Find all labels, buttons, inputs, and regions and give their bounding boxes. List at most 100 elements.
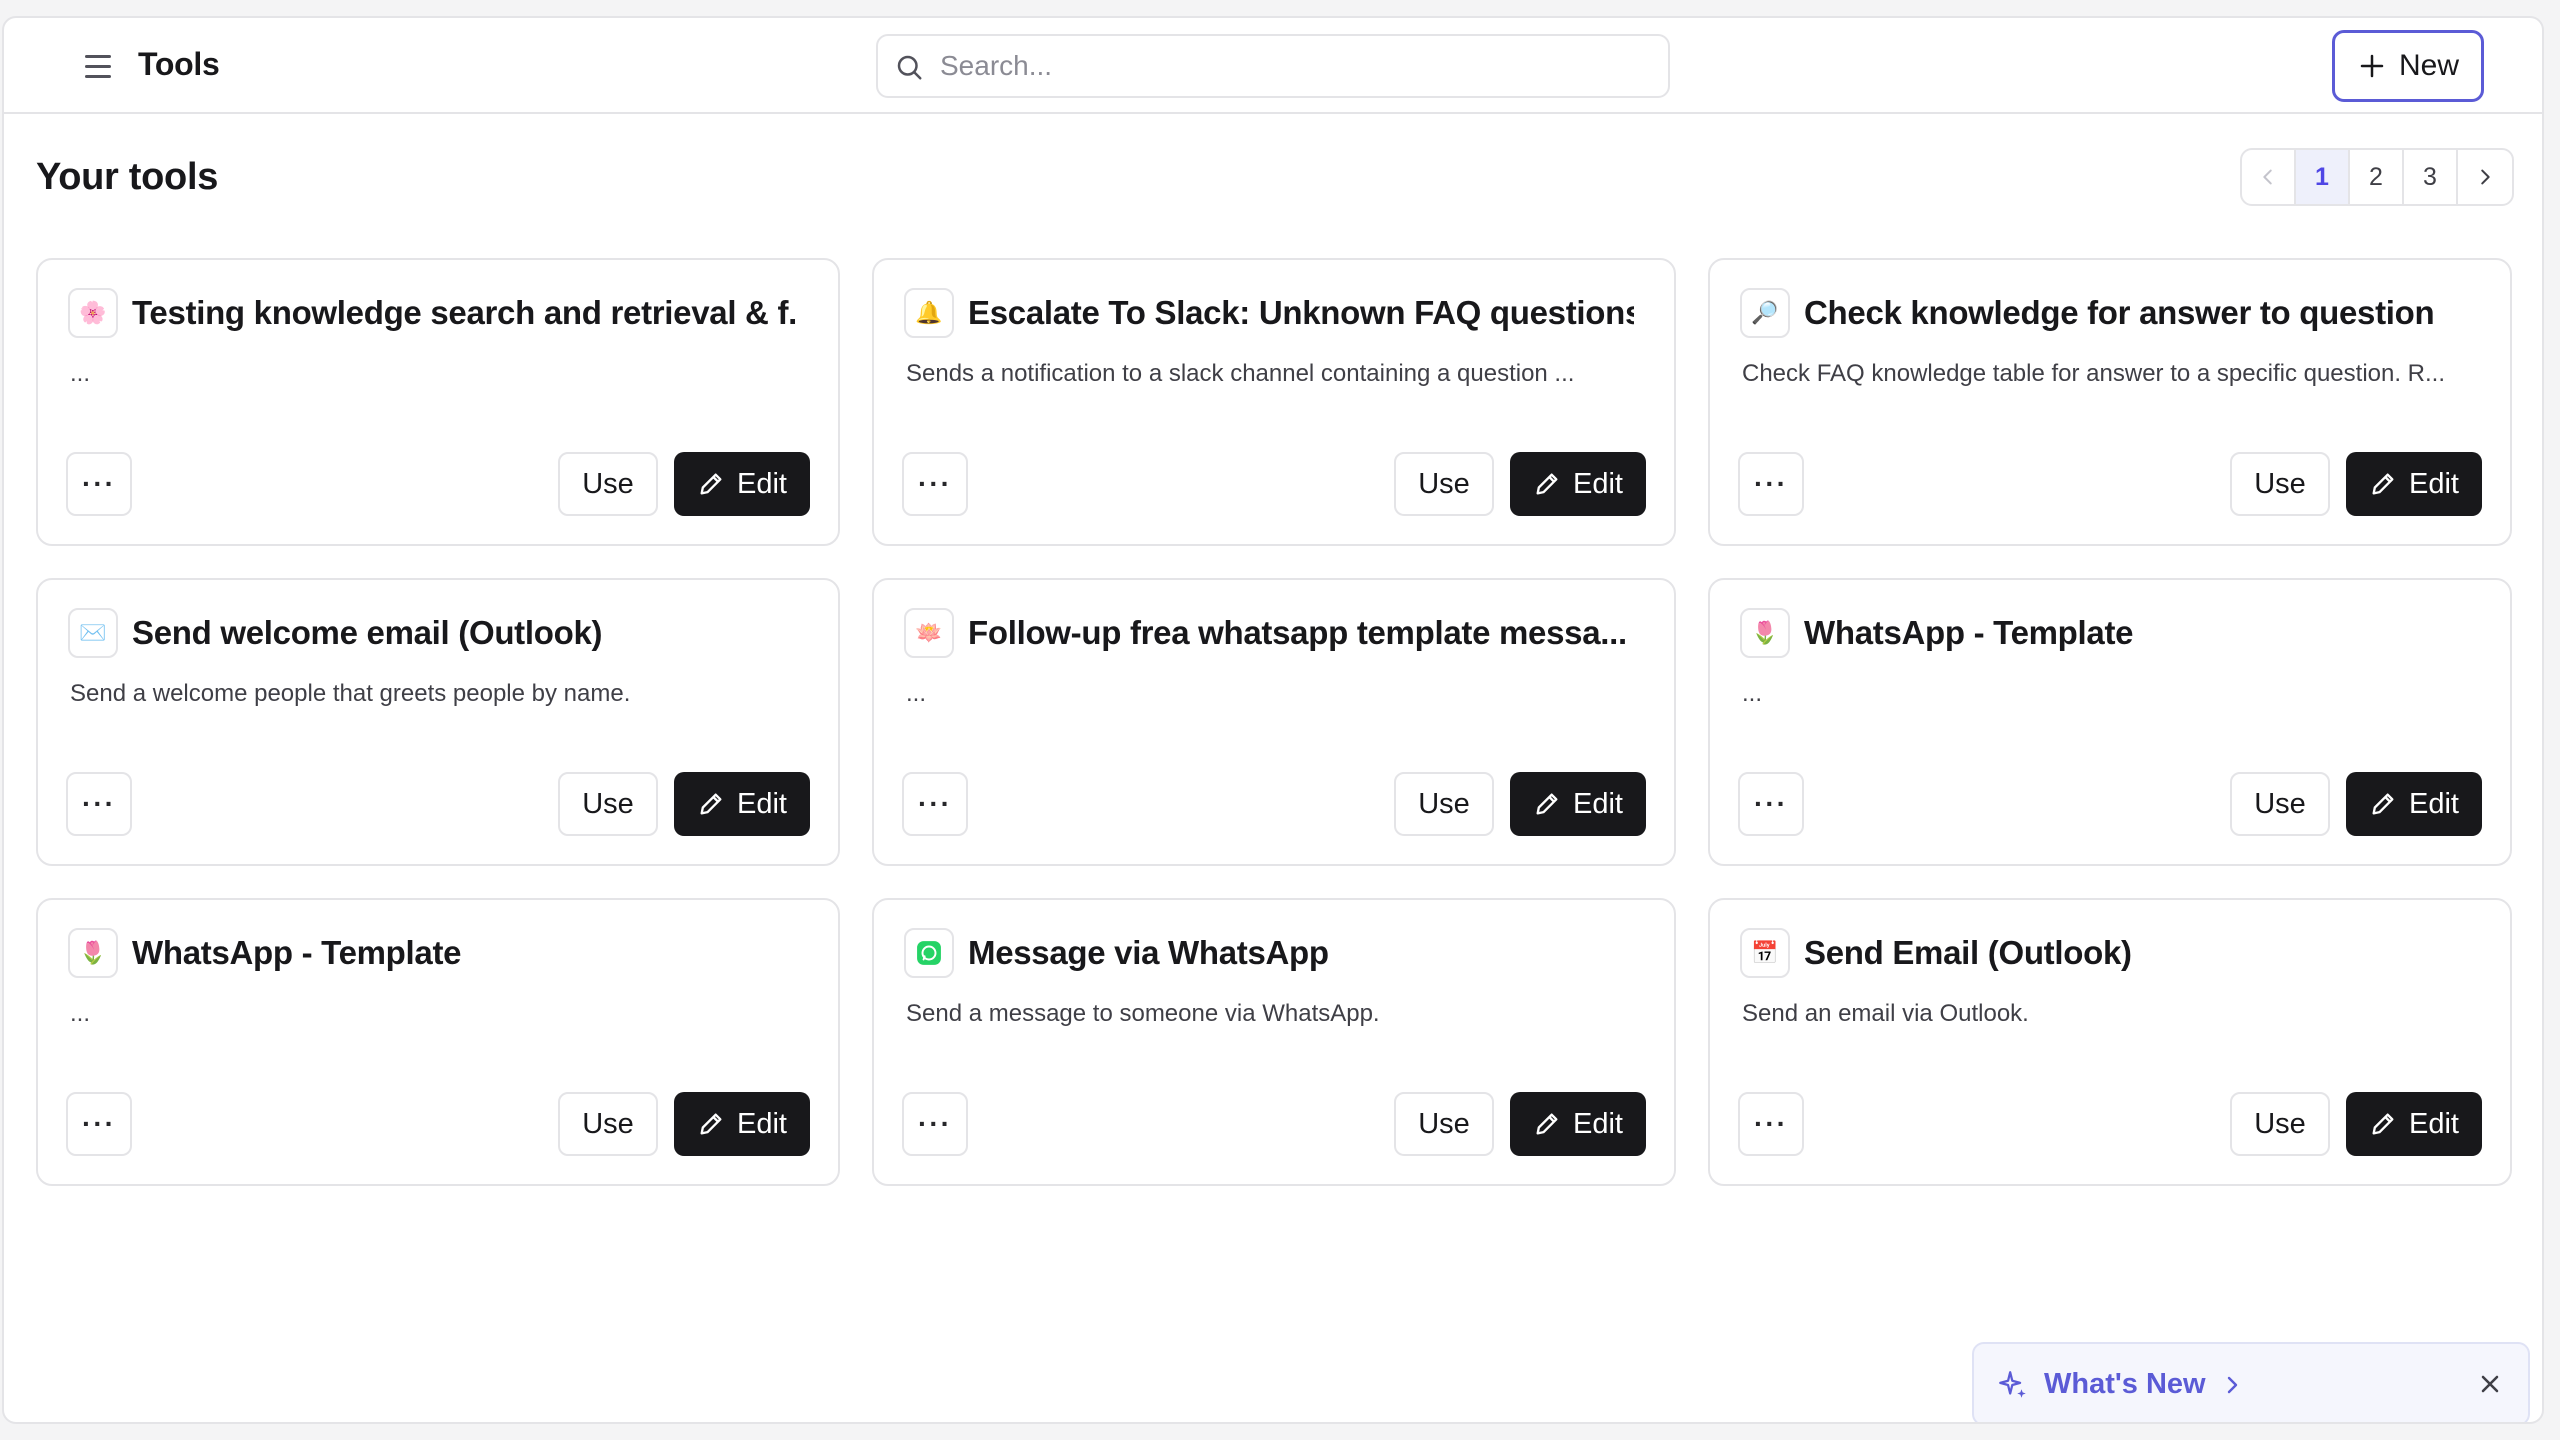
pencil-icon [1536, 1113, 1558, 1135]
edit-button-label: Edit [1573, 1107, 1623, 1140]
pencil-icon [700, 1113, 722, 1135]
tool-card[interactable]: 🌸 Testing knowledge search and retrieval… [36, 258, 840, 546]
whats-new-link[interactable]: What's New [2044, 1368, 2206, 1401]
search-box[interactable] [876, 34, 1670, 98]
tool-card-grid: 🌸 Testing knowledge search and retrieval… [36, 258, 2512, 1186]
use-button[interactable]: Use [2230, 1092, 2330, 1156]
bell-icon: 🔔 [904, 288, 954, 338]
chevron-right-icon [2227, 1376, 2238, 1394]
pencil-icon [1536, 793, 1558, 815]
tool-card[interactable]: 🪷 Follow-up frea whatsapp template messa… [872, 578, 1676, 866]
pencil-icon [1536, 473, 1558, 495]
use-button[interactable]: Use [558, 452, 658, 516]
magnifier-icon: 🔎 [1740, 288, 1790, 338]
tool-title: Send welcome email (Outlook) [132, 614, 603, 651]
more-options-button[interactable]: ··· [1738, 1092, 1804, 1156]
edit-button[interactable]: Edit [2346, 1092, 2482, 1156]
whatsapp-icon [904, 928, 954, 978]
flower-icon: 🌸 [68, 288, 118, 338]
tool-description: Check FAQ knowledge table for answer to … [1742, 360, 2446, 387]
tool-card[interactable]: 🔔 Escalate To Slack: Unknown FAQ questio… [872, 258, 1676, 546]
page-button-1[interactable]: 1 [2296, 150, 2350, 204]
search-icon [897, 55, 922, 80]
page-button-3[interactable]: 3 [2404, 150, 2458, 204]
envelope-icon: ✉️ [68, 608, 118, 658]
next-page-button[interactable] [2458, 150, 2512, 204]
use-button[interactable]: Use [2230, 452, 2330, 516]
tool-title: Message via WhatsApp [968, 934, 1329, 971]
tool-description: Send a message to someone via WhatsApp. [906, 1000, 1380, 1027]
tulip-icon: 🌷 [1740, 608, 1790, 658]
pagination: 1 2 3 [2240, 148, 2514, 206]
pencil-icon [700, 793, 722, 815]
tool-title: Send Email (Outlook) [1804, 934, 2132, 971]
pencil-icon [700, 473, 722, 495]
more-options-button[interactable]: ··· [902, 452, 968, 516]
edit-button[interactable]: Edit [674, 772, 810, 836]
more-options-button[interactable]: ··· [66, 452, 132, 516]
edit-button[interactable]: Edit [2346, 772, 2482, 836]
more-options-button[interactable]: ··· [902, 772, 968, 836]
edit-button[interactable]: Edit [674, 452, 810, 516]
section-title: Your tools [36, 156, 219, 198]
chevron-right-icon [2481, 169, 2490, 185]
use-button[interactable]: Use [1394, 1092, 1494, 1156]
tool-title: WhatsApp - Template [132, 934, 462, 971]
edit-button[interactable]: Edit [674, 1092, 810, 1156]
more-options-button[interactable]: ··· [1738, 452, 1804, 516]
tool-description: ... [70, 1000, 91, 1027]
edit-button-label: Edit [1573, 787, 1623, 820]
tool-card[interactable]: 🔎 Check knowledge for answer to question… [1708, 258, 2512, 546]
whatsapp-glyph [917, 941, 941, 965]
tool-title: Testing knowledge search and retrieval &… [132, 294, 798, 331]
whats-new-banner: What's New [1972, 1342, 2530, 1422]
hamburger-menu-icon[interactable] [78, 48, 118, 84]
tool-card[interactable]: ✉️ Send welcome email (Outlook) Send a w… [36, 578, 840, 866]
edit-button[interactable]: Edit [2346, 452, 2482, 516]
tool-card[interactable]: 🌷 WhatsApp - Template ... ··· Use Edit [1708, 578, 2512, 866]
tool-description: Sends a notification to a slack channel … [906, 360, 1575, 387]
sparkle-icon [1999, 1371, 2026, 1398]
more-options-button[interactable]: ··· [902, 1092, 968, 1156]
previous-page-button[interactable] [2242, 150, 2296, 204]
lotus-icon: 🪷 [904, 608, 954, 658]
tool-title: WhatsApp - Template [1804, 614, 2134, 651]
tool-title: Escalate To Slack: Unknown FAQ questions [968, 294, 1634, 331]
pencil-icon [2372, 473, 2394, 495]
tool-description: ... [906, 680, 927, 707]
more-options-button[interactable]: ··· [1738, 772, 1804, 836]
plus-icon [2360, 54, 2384, 78]
tool-title: Follow-up frea whatsapp template messa..… [968, 614, 1627, 651]
tool-card[interactable]: 🌷 WhatsApp - Template ... ··· Use Edit [36, 898, 840, 1186]
more-options-button[interactable]: ··· [66, 1092, 132, 1156]
edit-button[interactable]: Edit [1510, 1092, 1646, 1156]
new-button-label: New [2398, 49, 2459, 82]
use-button[interactable]: Use [558, 772, 658, 836]
edit-button-label: Edit [737, 787, 787, 820]
edit-button-label: Edit [2409, 467, 2459, 500]
calendar-icon: 📅 [1740, 928, 1790, 978]
use-button[interactable]: Use [1394, 772, 1494, 836]
close-icon[interactable] [2476, 1370, 2504, 1398]
tool-description: Send a welcome people that greets people… [70, 680, 631, 707]
edit-button-label: Edit [737, 467, 787, 500]
top-bar: Tools New [4, 18, 2542, 114]
use-button[interactable]: Use [2230, 772, 2330, 836]
tool-description: ... [1742, 680, 1763, 707]
use-button[interactable]: Use [1394, 452, 1494, 516]
page-title: Tools [138, 46, 220, 82]
tool-title: Check knowledge for answer to question [1804, 294, 2435, 331]
search-input[interactable] [940, 44, 1650, 88]
edit-button-label: Edit [2409, 787, 2459, 820]
more-options-button[interactable]: ··· [66, 772, 132, 836]
edit-button-label: Edit [2409, 1107, 2459, 1140]
edit-button[interactable]: Edit [1510, 772, 1646, 836]
tool-card[interactable]: 📅 Send Email (Outlook) Send an email via… [1708, 898, 2512, 1186]
new-tool-button[interactable]: New [2332, 30, 2484, 102]
page-button-2[interactable]: 2 [2350, 150, 2404, 204]
edit-button-label: Edit [1573, 467, 1623, 500]
tool-card[interactable]: Message via WhatsApp Send a message to s… [872, 898, 1676, 1186]
tulip-icon: 🌷 [68, 928, 118, 978]
edit-button[interactable]: Edit [1510, 452, 1646, 516]
use-button[interactable]: Use [558, 1092, 658, 1156]
